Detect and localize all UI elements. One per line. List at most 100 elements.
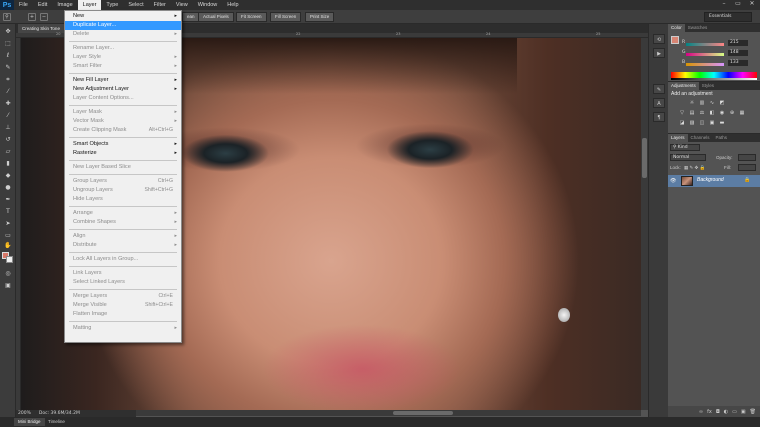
- menu-edit[interactable]: Edit: [33, 0, 52, 10]
- menu-item-create-clipping-mask[interactable]: Create Clipping Mask Alt+Ctrl+G: [65, 126, 181, 135]
- timeline-tab[interactable]: Timeline: [44, 418, 69, 426]
- menu-item-hide-layers[interactable]: Hide Layers: [65, 195, 181, 204]
- menu-item-merge-visible[interactable]: Merge Visible Shift+Ctrl+E: [65, 301, 181, 310]
- add-mask-icon[interactable]: ◘: [716, 409, 720, 415]
- blend-mode-select[interactable]: Normal: [670, 154, 706, 161]
- menu-type[interactable]: Type: [101, 0, 123, 10]
- menu-item-flatten-image[interactable]: Flatten Image: [65, 310, 181, 319]
- menu-item-smart-objects[interactable]: Smart Objects ▸: [65, 140, 181, 149]
- channel-mixer-icon[interactable]: ⊕: [728, 110, 736, 117]
- menu-select[interactable]: Select: [123, 0, 148, 10]
- menu-window[interactable]: Window: [193, 0, 223, 10]
- marquee-tool-icon[interactable]: ⬚: [3, 40, 13, 48]
- green-slider[interactable]: G 148: [682, 50, 756, 57]
- paragraph-icon[interactable]: ¶: [653, 112, 665, 122]
- menu-item-vector-mask[interactable]: Vector Mask ▸: [65, 117, 181, 126]
- menu-item-align[interactable]: Align ▸: [65, 232, 181, 241]
- fill-field[interactable]: [738, 164, 756, 171]
- blue-track[interactable]: [686, 63, 724, 66]
- delete-layer-icon[interactable]: 🗑: [750, 409, 756, 415]
- minimize-button[interactable]: –: [718, 0, 730, 8]
- hue-saturation-icon[interactable]: ▤: [688, 110, 696, 117]
- tab-swatches[interactable]: Swatches: [685, 24, 711, 32]
- fit-screen-button[interactable]: Fit Screen: [236, 12, 267, 22]
- menu-filter[interactable]: Filter: [149, 0, 171, 10]
- lock-icons[interactable]: ▦ ✎ ✥ 🔒: [684, 164, 705, 171]
- zoom-out-icon[interactable]: −: [40, 13, 48, 21]
- zoom-level[interactable]: 200%: [18, 410, 31, 417]
- menu-item-group-layers[interactable]: Group Layers Ctrl+G: [65, 177, 181, 186]
- brush-tool-icon[interactable]: ⁄: [3, 112, 13, 120]
- blue-slider[interactable]: B 133: [682, 60, 756, 67]
- brush-presets-icon[interactable]: ✎: [653, 84, 665, 94]
- tab-layers[interactable]: Layers: [668, 134, 688, 142]
- brightness-contrast-icon[interactable]: ☼: [688, 100, 696, 107]
- hand-tool-icon[interactable]: ✋: [3, 242, 13, 250]
- tab-adjustments[interactable]: Adjustments: [668, 82, 699, 90]
- zoom-in-icon[interactable]: +: [28, 13, 36, 21]
- black-white-icon[interactable]: ◧: [708, 110, 716, 117]
- tab-channels[interactable]: Channels: [688, 134, 713, 142]
- mini-bridge-tab[interactable]: Mini Bridge: [14, 418, 45, 426]
- menu-item-rasterize[interactable]: Rasterize ▸: [65, 149, 181, 158]
- move-tool-icon[interactable]: ✥: [3, 28, 13, 36]
- quick-mask-icon[interactable]: ◎: [3, 270, 13, 278]
- menu-view[interactable]: View: [171, 0, 193, 10]
- menu-image[interactable]: Image: [52, 0, 77, 10]
- selective-color-icon[interactable]: ▣: [708, 120, 716, 127]
- tab-styles[interactable]: Styles: [699, 82, 717, 90]
- menu-item-select-linked-layers[interactable]: Select Linked Layers: [65, 278, 181, 287]
- blue-value[interactable]: 133: [728, 60, 748, 66]
- menu-item-arrange[interactable]: Arrange ▸: [65, 209, 181, 218]
- menu-item-layer-style[interactable]: Layer Style ▸: [65, 53, 181, 62]
- menu-item-smart-filter[interactable]: Smart Filter ▸: [65, 62, 181, 71]
- opacity-field[interactable]: [738, 154, 756, 161]
- levels-icon[interactable]: ▥: [698, 100, 706, 107]
- horizontal-scroll-thumb[interactable]: [393, 411, 453, 415]
- dodge-tool-icon[interactable]: ●: [3, 184, 13, 192]
- red-slider[interactable]: R 215: [682, 40, 756, 47]
- crop-tool-icon[interactable]: ⌗: [3, 76, 13, 84]
- menu-item-ungroup-layers[interactable]: Ungroup Layers Shift+Ctrl+G: [65, 186, 181, 195]
- layer-filter-select[interactable]: ⚲ Kind: [670, 144, 700, 151]
- green-track[interactable]: [686, 53, 724, 56]
- new-group-icon[interactable]: ▭: [732, 409, 737, 415]
- menu-item-duplicate-layer[interactable]: Duplicate Layer...: [65, 21, 181, 30]
- history-icon[interactable]: ⟲: [653, 34, 665, 44]
- menu-help[interactable]: Help: [222, 0, 243, 10]
- workspace-select[interactable]: Essentials: [704, 12, 752, 22]
- invert-icon[interactable]: ◪: [678, 120, 686, 127]
- healing-brush-tool-icon[interactable]: ✚: [3, 100, 13, 108]
- vertical-scroll-thumb[interactable]: [642, 138, 647, 178]
- posterize-icon[interactable]: ▨: [688, 120, 696, 127]
- background-color-swatch[interactable]: [6, 256, 13, 263]
- menu-file[interactable]: File: [14, 0, 33, 10]
- new-layer-icon[interactable]: ▣: [741, 409, 746, 415]
- tab-color[interactable]: Color: [668, 24, 685, 32]
- clone-stamp-tool-icon[interactable]: ⊥: [3, 124, 13, 132]
- link-layers-icon[interactable]: ∞: [699, 409, 703, 415]
- lasso-tool-icon[interactable]: ℓ: [3, 52, 13, 60]
- fx-icon[interactable]: fx: [707, 409, 712, 415]
- screen-mode-icon[interactable]: ▣: [3, 282, 13, 290]
- eraser-tool-icon[interactable]: ▱: [3, 148, 13, 156]
- blur-tool-icon[interactable]: ◆: [3, 172, 13, 180]
- fill-screen-button[interactable]: Fill Screen: [270, 12, 302, 22]
- menu-item-layer-content-options[interactable]: Layer Content Options...: [65, 94, 181, 103]
- menu-item-lock-all-layers-in-group[interactable]: Lock All Layers in Group...: [65, 255, 181, 264]
- eyedropper-tool-icon[interactable]: ⁄: [3, 88, 13, 96]
- zoom-tool-icon[interactable]: ⚲: [3, 13, 11, 21]
- partial-button[interactable]: ean: [182, 12, 200, 22]
- menu-item-delete[interactable]: Delete ▸: [65, 30, 181, 39]
- gradient-tool-icon[interactable]: ▮: [3, 160, 13, 168]
- red-track[interactable]: [686, 43, 724, 46]
- shape-tool-icon[interactable]: ▭: [3, 232, 13, 240]
- close-button[interactable]: ✕: [746, 0, 758, 8]
- layer-row-background[interactable]: 👁 Background 🔒: [668, 175, 760, 187]
- menu-item-rename-layer[interactable]: Rename Layer...: [65, 44, 181, 53]
- vertical-scrollbar[interactable]: [641, 38, 648, 410]
- menu-item-combine-shapes[interactable]: Combine Shapes ▸: [65, 218, 181, 227]
- pen-tool-icon[interactable]: ✒: [3, 196, 13, 204]
- gradient-map-icon[interactable]: ▬: [718, 120, 726, 127]
- history-brush-tool-icon[interactable]: ↺: [3, 136, 13, 144]
